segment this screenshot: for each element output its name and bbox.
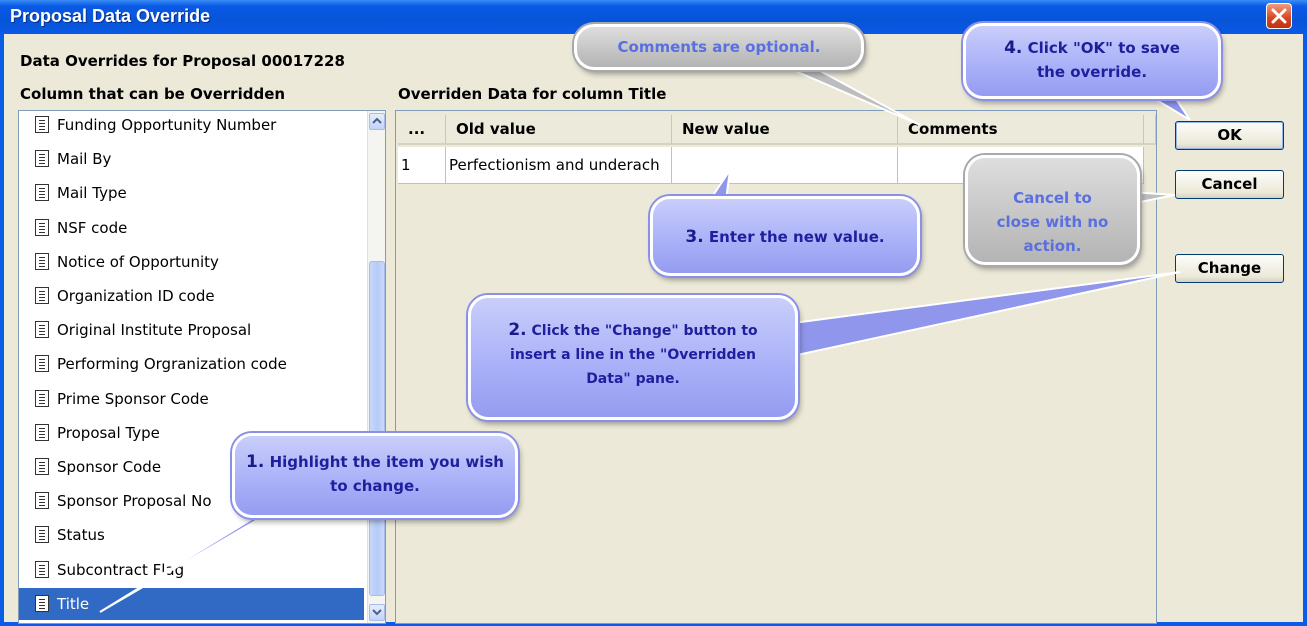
dialog-window: Proposal Data Override Data Overrides fo… [0,0,1307,626]
callout-step-2-number: 2. [508,320,527,340]
comments-note: Comments are optional. [574,24,864,70]
callout-step-4: 4. Click "OK" to save the override. [963,23,1221,99]
callout-step-4-number: 4. [1004,38,1023,58]
callout-step-3-number: 3. [685,227,704,247]
callout-step-3-text: Enter the new value. [708,228,885,246]
callout-step-1: 1. Highlight the item you wish to change… [232,433,518,518]
callout-2-pointer [738,271,1181,364]
cancel-note: Cancel to close with no action. [965,155,1140,265]
callout-step-4-text: Click "OK" to save the override. [1027,39,1180,81]
callout-step-3: 3. Enter the new value. [650,196,920,276]
callout-step-2: 2. Click the "Change" button to insert a… [468,295,798,420]
callout-step-2-text: Click the "Change" button to insert a li… [510,323,758,387]
callout-step-1-number: 1. [246,452,265,472]
callout-step-1-text: Highlight the item you wish to change. [269,453,504,495]
